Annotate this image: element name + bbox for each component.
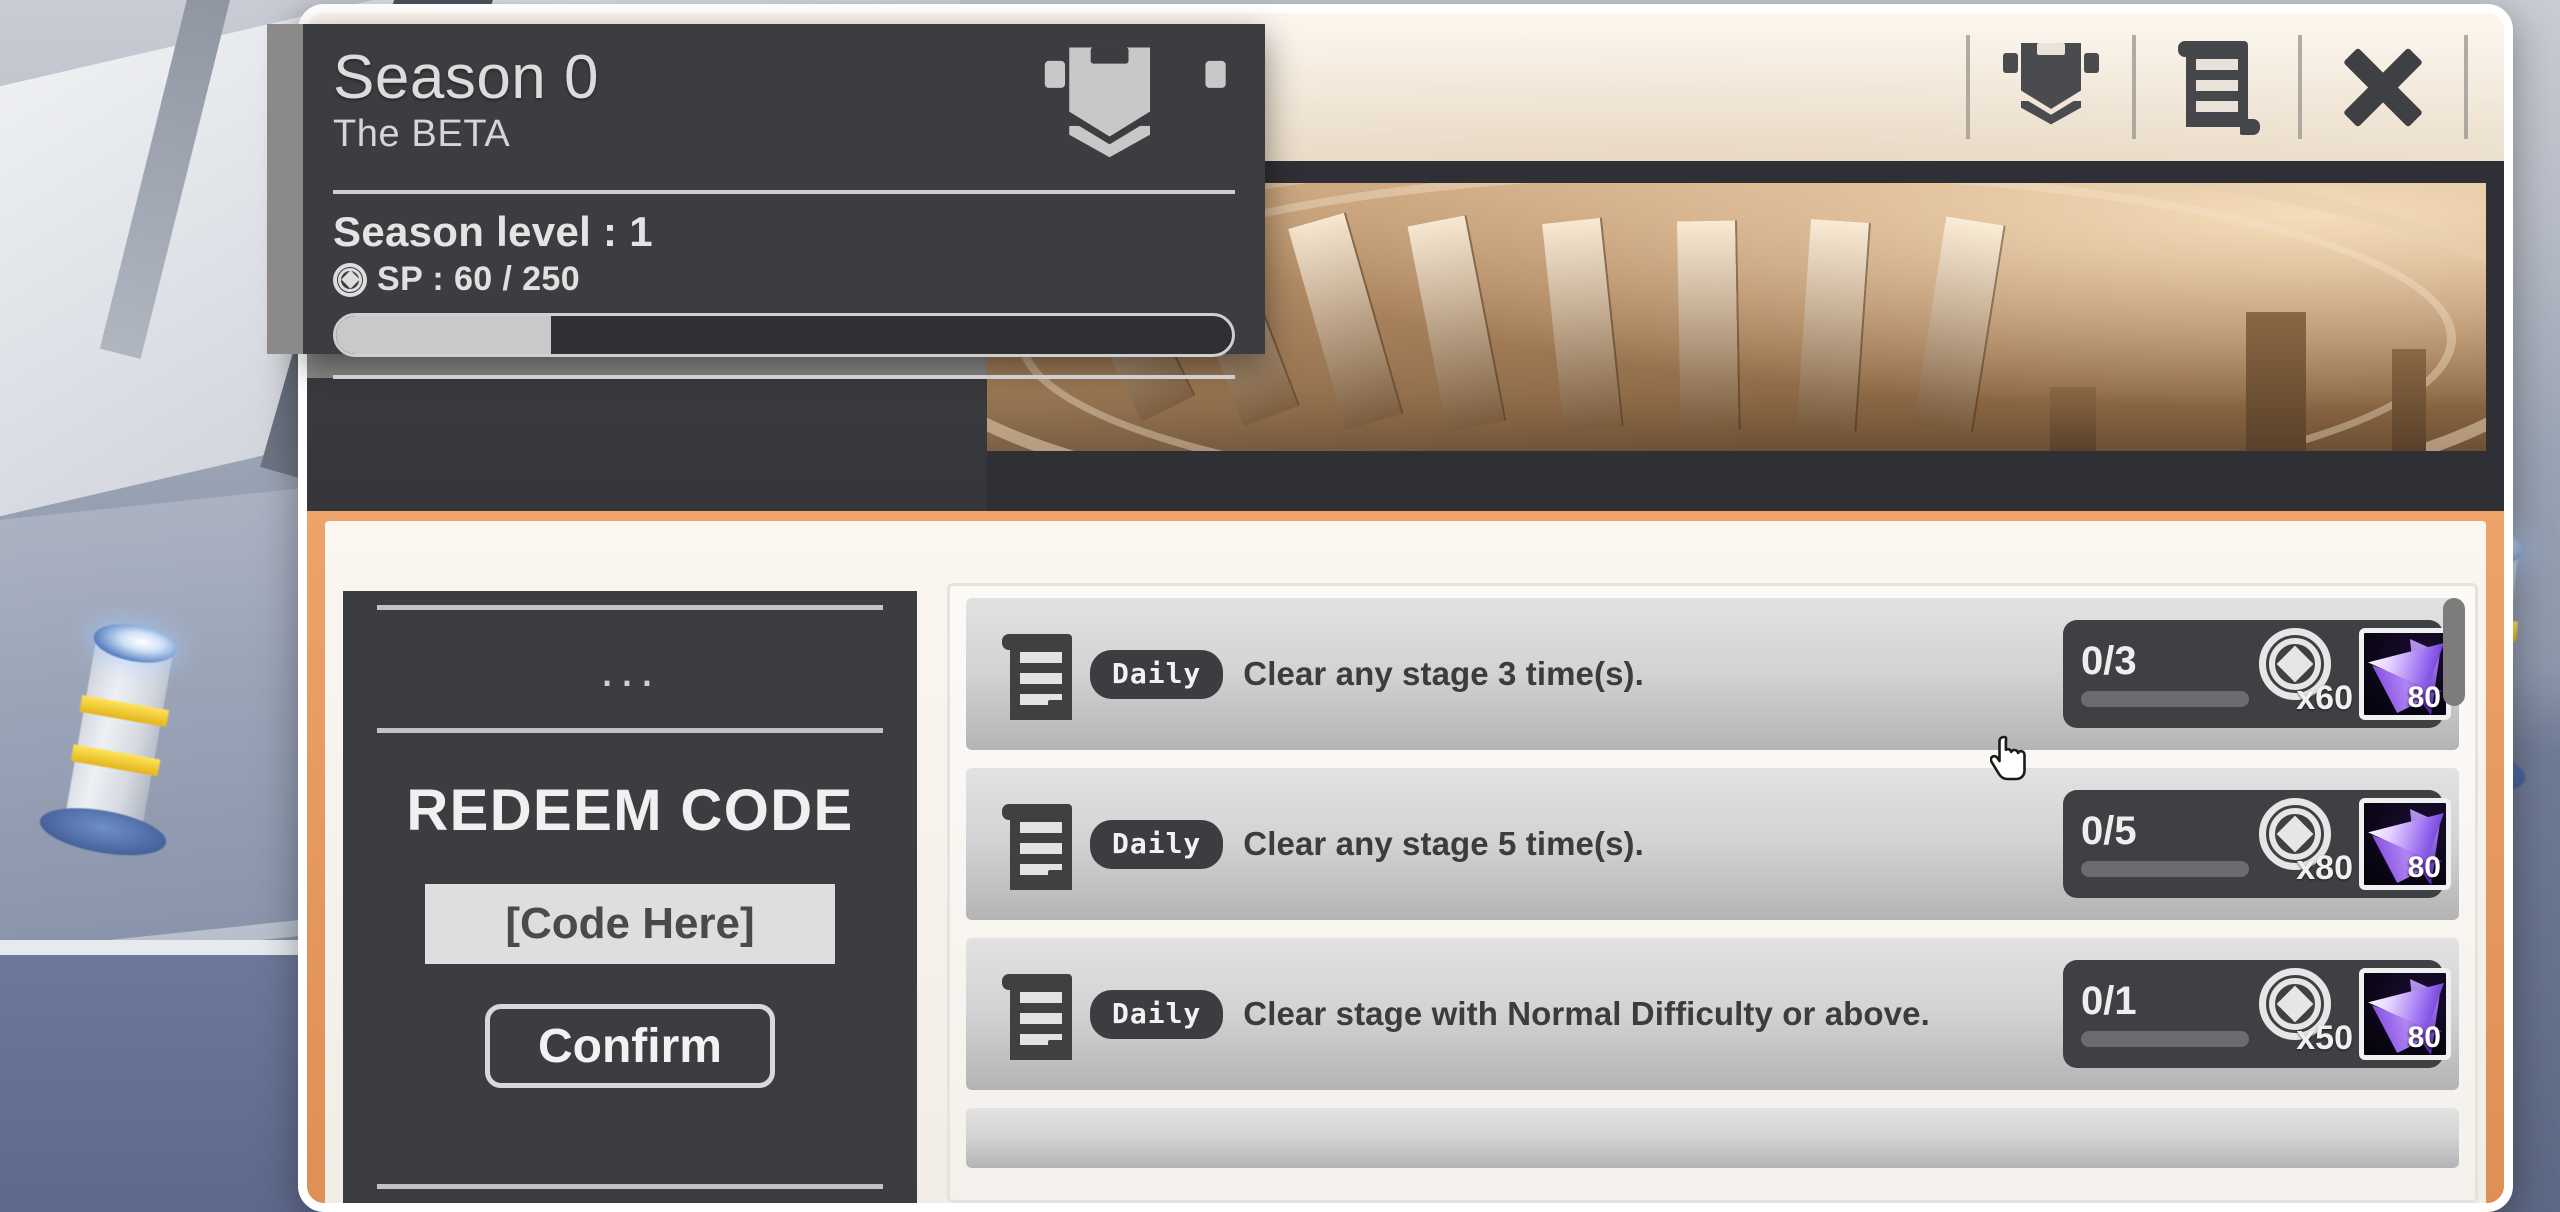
mission-list-scrollbar[interactable] xyxy=(2441,598,2467,1192)
redeem-code-input[interactable]: [Code Here] xyxy=(425,884,835,964)
mission-list: Daily Clear any stage 3 time(s). 0/3 x60… xyxy=(947,583,2478,1203)
sp-diamond-icon xyxy=(333,262,367,297)
season-card-footer-divider xyxy=(333,375,1235,379)
item-quantity: 80 xyxy=(2407,851,2441,884)
sp-amount: x50 xyxy=(2296,1019,2353,1057)
scroll-icon xyxy=(2178,39,2260,135)
table-row[interactable]: Daily Clear any stage 5 time(s). 0/5 x80… xyxy=(966,768,2459,920)
mission-reward[interactable]: 0/3 x60 80 xyxy=(2063,620,2451,728)
mission-description: Clear any stage 3 time(s). xyxy=(1243,655,1644,692)
status-badge: Daily xyxy=(1090,819,1224,869)
sp-amount: x60 xyxy=(2296,679,2353,717)
arena-tower xyxy=(2246,311,2307,451)
scrollbar-thumb[interactable] xyxy=(2443,598,2465,706)
status-badge: Daily xyxy=(1090,649,1224,699)
hero-letterbox-bottom xyxy=(987,451,2486,511)
season-card-body: Season level : 1 SP : 60 / 250 xyxy=(303,194,1265,357)
sp-amount: x80 xyxy=(2296,849,2353,887)
banner-button[interactable] xyxy=(1976,32,2126,142)
sp-reward: x50 xyxy=(2253,966,2353,1062)
redeem-code-title: REDEEM CODE xyxy=(406,778,854,843)
progress-bar xyxy=(2081,1031,2249,1047)
purple-shard-icon: 80 xyxy=(2359,968,2451,1060)
season-sp-row: SP : 60 / 250 xyxy=(333,260,1235,299)
panel-divider-mid xyxy=(377,728,883,733)
sp-reward: x60 xyxy=(2253,626,2353,722)
season-level-label: Season level : 1 xyxy=(333,208,653,255)
bollard-stripe xyxy=(70,744,161,777)
purple-shard-icon: 80 xyxy=(2359,798,2451,890)
toolbar-buttons xyxy=(1960,32,2474,142)
confirm-button[interactable]: Confirm xyxy=(485,1004,775,1088)
toolbar-divider xyxy=(2132,35,2136,139)
redeem-code-panel: ... REDEEM CODE [Code Here] Confirm xyxy=(343,591,917,1203)
toolbar-divider xyxy=(1966,35,1970,139)
season-card-header: Season 0 The BETA xyxy=(303,24,1265,184)
table-row[interactable] xyxy=(966,1108,2459,1168)
mission-description: Clear any stage 5 time(s). xyxy=(1243,825,1644,862)
panel-divider-bottom xyxy=(377,1184,883,1189)
bollard-stripe xyxy=(79,695,170,728)
season-progress-bar xyxy=(333,313,1235,357)
mission-progress: 0/3 xyxy=(2081,641,2249,707)
mission-progress: 0/5 xyxy=(2081,811,2249,877)
item-quantity: 80 xyxy=(2407,1021,2441,1054)
season-sp-label: SP : 60 / 250 xyxy=(377,260,581,298)
mission-reward[interactable]: 0/5 x80 80 xyxy=(2063,790,2451,898)
season-info-card: Season 0 The BETA Season level : 1 SP : … xyxy=(267,24,1265,379)
season-progress-fill xyxy=(336,316,552,354)
scroll-icon xyxy=(1002,632,1072,720)
mission-description: Clear stage with Normal Difficulty or ab… xyxy=(1243,995,1930,1032)
progress-count: 0/1 xyxy=(2081,979,2137,1023)
arena-tower xyxy=(2392,349,2427,451)
sp-reward: x80 xyxy=(2253,796,2353,892)
panel-ellipsis: ... xyxy=(600,641,660,697)
mission-progress: 0/1 xyxy=(2081,981,2249,1047)
missions-button[interactable] xyxy=(2142,32,2292,142)
scroll-icon xyxy=(1002,802,1072,890)
toolbar-divider xyxy=(2298,35,2302,139)
close-icon xyxy=(2340,44,2426,130)
table-row[interactable]: Daily Clear stage with Normal Difficulty… xyxy=(966,938,2459,1090)
progress-count: 0/5 xyxy=(2081,809,2137,853)
progress-bar xyxy=(2081,691,2249,707)
item-quantity: 80 xyxy=(2407,681,2441,714)
season-card-tab xyxy=(267,24,303,354)
toolbar-divider xyxy=(2464,35,2468,139)
status-badge: Daily xyxy=(1090,989,1224,1039)
progress-bar xyxy=(2081,861,2249,877)
purple-shard-icon: 80 xyxy=(2359,628,2451,720)
close-button[interactable] xyxy=(2308,32,2458,142)
banner-icon xyxy=(2003,39,2099,135)
mission-reward[interactable]: 0/1 x50 80 xyxy=(2063,960,2451,1068)
progress-count: 0/3 xyxy=(2081,639,2137,683)
arena-tower xyxy=(2050,386,2097,451)
table-row[interactable]: Daily Clear any stage 3 time(s). 0/3 x60… xyxy=(966,598,2459,750)
banner-icon xyxy=(1044,42,1226,170)
arena-blade xyxy=(1676,220,1739,431)
scroll-icon xyxy=(1002,972,1072,1060)
